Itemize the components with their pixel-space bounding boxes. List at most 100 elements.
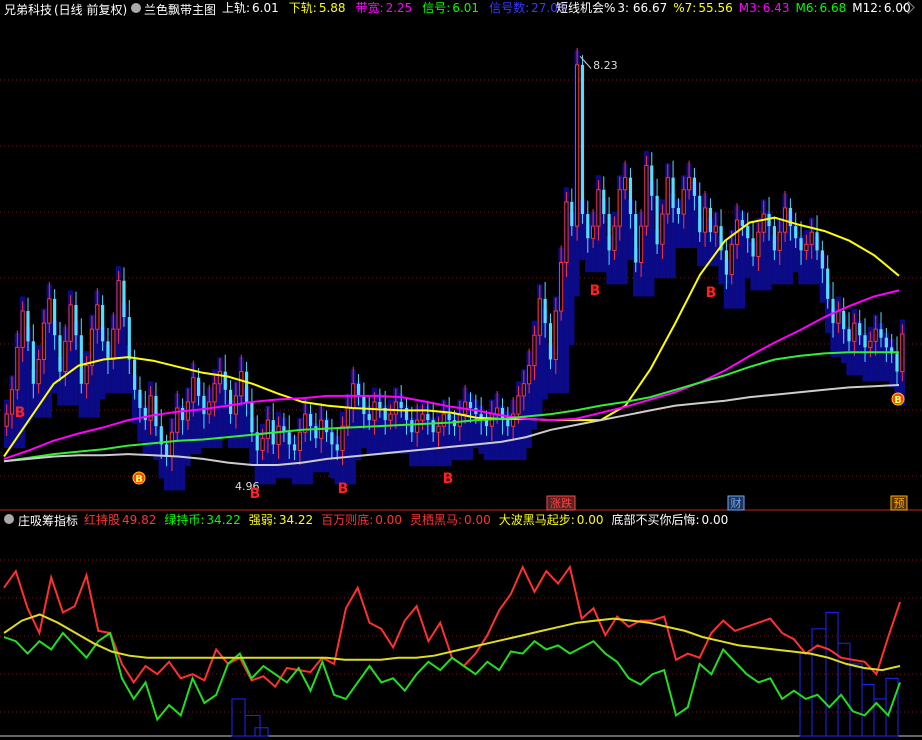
candle <box>436 425 441 433</box>
candle <box>553 310 558 360</box>
candle <box>116 280 121 330</box>
candle <box>68 304 73 342</box>
candle <box>873 328 878 342</box>
buy-signal: B <box>250 486 261 502</box>
candle <box>724 250 728 275</box>
indicator-label: 底部不买你后悔: <box>611 512 699 527</box>
candle <box>527 365 532 385</box>
candle <box>20 310 25 348</box>
candle <box>799 238 803 251</box>
candle <box>815 232 819 251</box>
candle <box>9 389 15 415</box>
candle <box>895 353 899 372</box>
candle <box>794 226 798 239</box>
candle <box>308 414 313 427</box>
candle <box>212 383 217 403</box>
candle <box>777 231 782 251</box>
candle <box>660 213 665 245</box>
candle <box>133 359 137 390</box>
candle <box>84 365 89 385</box>
candle <box>858 323 862 336</box>
candle <box>607 214 611 251</box>
candle <box>106 341 110 360</box>
candle <box>95 304 100 330</box>
candle <box>79 335 83 384</box>
volume-bar <box>799 653 813 737</box>
candle <box>217 371 223 385</box>
candle <box>362 395 366 415</box>
indicator-label: 强弱: <box>249 513 277 527</box>
candle <box>628 177 633 214</box>
candle <box>196 377 201 396</box>
candle <box>356 383 361 396</box>
indicator-label: 红持股 <box>84 512 120 527</box>
candle <box>847 329 851 342</box>
candle <box>74 304 78 336</box>
buy-signal: B <box>338 481 349 497</box>
candle <box>532 334 537 367</box>
candle <box>681 189 686 215</box>
candle <box>852 322 857 342</box>
candle <box>154 395 158 427</box>
candle <box>900 333 905 373</box>
candle <box>330 432 334 445</box>
candle <box>378 401 382 408</box>
candle <box>47 298 52 324</box>
indicator-label: M3: <box>739 1 761 15</box>
candle <box>761 213 766 233</box>
candle <box>484 420 489 427</box>
indicator-value: 3: 66.67 <box>617 1 667 15</box>
candle <box>265 419 271 439</box>
candle <box>686 177 692 191</box>
candle <box>340 425 345 451</box>
candle <box>244 371 249 402</box>
candle <box>420 413 425 421</box>
indicator-value: 34.22 <box>279 513 313 527</box>
candle <box>223 371 227 390</box>
candle <box>138 389 142 408</box>
candle <box>586 214 590 239</box>
volume-bar <box>861 684 875 737</box>
candle <box>367 414 371 421</box>
candle <box>516 395 521 415</box>
candle <box>708 207 713 233</box>
candle <box>335 444 339 451</box>
candle <box>548 323 553 360</box>
buy-circle-letter: B <box>894 395 902 406</box>
event-label: 涨跌 <box>550 496 572 510</box>
candle <box>879 329 883 338</box>
candle <box>740 220 744 227</box>
candle <box>868 340 873 348</box>
candle <box>729 243 734 276</box>
volume-bar <box>254 727 269 737</box>
indicator-value: 6.68 <box>820 1 847 15</box>
indicator-label: 百万则底: <box>321 512 373 527</box>
indicator-value: 5.88 <box>319 1 346 15</box>
candle <box>564 201 569 263</box>
candle <box>644 165 649 227</box>
volume-bar <box>231 698 246 737</box>
candle <box>863 335 867 348</box>
buy-signal: B <box>590 283 601 299</box>
candle <box>399 401 403 408</box>
volume-bar <box>849 663 863 737</box>
candle <box>127 317 131 360</box>
candle <box>820 250 824 269</box>
candle <box>41 322 47 360</box>
indicator-value: 6.43 <box>763 1 790 15</box>
candle <box>292 444 297 451</box>
candle <box>751 238 755 257</box>
candle <box>570 201 574 227</box>
candle <box>623 177 628 191</box>
indicator-label: 下轨: <box>289 1 317 15</box>
candle <box>431 420 435 433</box>
indicator-label: M6: <box>795 1 817 15</box>
candle <box>441 413 446 427</box>
candle <box>702 207 708 233</box>
candle <box>415 419 420 433</box>
candle <box>276 425 281 445</box>
indicator-value: 55.56 <box>698 1 732 15</box>
indicator-value: 6.01 <box>452 1 479 15</box>
buy-signal: B <box>15 405 26 421</box>
candle <box>202 395 206 415</box>
